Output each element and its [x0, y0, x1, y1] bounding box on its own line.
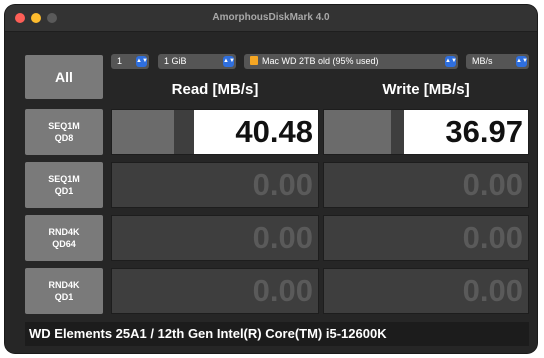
- read-value: 0.00: [252, 220, 313, 255]
- chevron-updown-icon: ▲▼: [223, 56, 235, 67]
- write-value: 36.97: [445, 114, 523, 149]
- unit-value: MB/s: [472, 56, 493, 66]
- result-write-seq1m-qd8: 36.97: [323, 109, 529, 155]
- test-name: SEQ1M: [48, 121, 80, 131]
- test-name: RND4K: [48, 227, 80, 237]
- read-value: 0.00: [252, 273, 313, 308]
- write-progress-bar: [324, 110, 392, 154]
- read-value: 0.00: [252, 167, 313, 202]
- write-column-header: Write [MB/s]: [382, 81, 470, 98]
- title-bar: AmorphousDiskMark 4.0: [5, 5, 537, 32]
- chevron-updown-icon: ▲▼: [516, 56, 528, 67]
- result-read-rnd4k-qd1: 0.00: [111, 268, 319, 314]
- test-size-select[interactable]: 1 GiB ▲▼: [158, 54, 236, 69]
- test-queue: QD64: [52, 239, 76, 249]
- main-panel: All 1 ▲▼ 1 GiB ▲▼ Mac WD 2TB old (95% us…: [5, 32, 537, 353]
- result-write-rnd4k-qd64: 0.00: [323, 215, 529, 261]
- result-write-seq1m-qd1: 0.00: [323, 162, 529, 208]
- read-value: 40.48: [235, 114, 313, 149]
- chevron-updown-icon: ▲▼: [445, 56, 457, 67]
- test-button-rnd4k-qd1[interactable]: RND4K QD1: [25, 268, 103, 314]
- test-name: RND4K: [48, 280, 80, 290]
- result-read-rnd4k-qd64: 0.00: [111, 215, 319, 261]
- test-button-seq1m-qd1[interactable]: SEQ1M QD1: [25, 162, 103, 208]
- result-read-seq1m-qd1: 0.00: [111, 162, 319, 208]
- run-all-button[interactable]: All: [25, 55, 103, 99]
- test-name: SEQ1M: [48, 174, 80, 184]
- drive-select[interactable]: Mac WD 2TB old (95% used) ▲▼: [244, 54, 458, 69]
- write-value: 0.00: [462, 220, 523, 255]
- test-count-value: 1: [117, 56, 123, 66]
- test-size-value: 1 GiB: [164, 56, 187, 66]
- result-write-rnd4k-qd1: 0.00: [323, 268, 529, 314]
- write-value: 0.00: [462, 167, 523, 202]
- write-value: 0.00: [462, 273, 523, 308]
- result-read-seq1m-qd8: 40.48: [111, 109, 319, 155]
- drive-icon: [250, 56, 258, 65]
- test-queue: QD8: [54, 133, 74, 143]
- read-progress-bar: [112, 110, 174, 154]
- test-queue: QD1: [54, 292, 74, 302]
- drive-value: Mac WD 2TB old (95% used): [262, 56, 379, 66]
- system-info-field[interactable]: WD Elements 25A1 / 12th Gen Intel(R) Cor…: [25, 322, 529, 346]
- test-queue: QD1: [54, 186, 74, 196]
- chevron-updown-icon: ▲▼: [136, 56, 148, 67]
- test-count-select[interactable]: 1 ▲▼: [111, 54, 149, 69]
- test-button-seq1m-qd8[interactable]: SEQ1M QD8: [25, 109, 103, 155]
- read-column-header: Read [MB/s]: [171, 81, 259, 98]
- unit-select[interactable]: MB/s ▲▼: [466, 54, 529, 69]
- app-window: AmorphousDiskMark 4.0 All 1 ▲▼ 1 GiB ▲▼ …: [5, 5, 537, 353]
- test-button-rnd4k-qd64[interactable]: RND4K QD64: [25, 215, 103, 261]
- window-title: AmorphousDiskMark 4.0: [212, 12, 330, 23]
